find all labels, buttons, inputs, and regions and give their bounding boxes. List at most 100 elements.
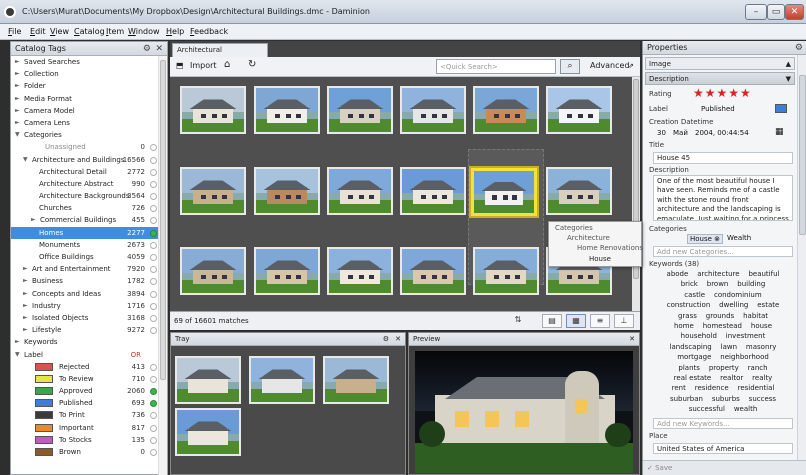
image-thumbnail[interactable] [254,86,320,134]
import-button[interactable]: Import [190,61,217,70]
home-icon[interactable]: ⌂ [224,59,230,70]
gear-icon[interactable]: ⚙ [143,43,151,56]
title-field[interactable]: House 45 [653,152,793,164]
filter-toggle-icon[interactable] [150,302,157,310]
image-thumbnail[interactable] [400,167,466,215]
search-button[interactable]: ⌕ [560,59,580,74]
filter-toggle-icon[interactable] [150,424,157,432]
keyword-line[interactable]: real estate realtor realty [655,374,791,382]
filter-toggle-icon[interactable] [150,388,157,396]
add-keywords-input[interactable]: Add new Keywords... [653,418,793,429]
tree-row[interactable]: ► Art and Entertainment 7920 [11,263,159,275]
tray-thumbnail[interactable] [175,408,241,456]
keyword-line[interactable]: successful wealth [655,405,791,413]
gear-icon[interactable]: ⚙ [383,333,389,345]
filter-toggle-icon[interactable] [150,436,157,444]
keyword-line[interactable]: castle condominium [655,291,791,299]
category-chip-wealth[interactable]: Wealth [727,234,751,242]
collapse-arrow-icon[interactable]: ► [15,336,20,348]
keyword-line[interactable]: mortgage neighborhood [655,353,791,361]
sort-icon[interactable]: ⇅ [508,314,528,328]
collapse-arrow-icon[interactable]: ► [23,324,28,336]
tree-row[interactable]: Churches 726 [11,202,159,214]
export-icon[interactable]: ⇗ [628,62,634,70]
tray-thumbnail[interactable] [323,356,389,404]
save-button[interactable]: Save [655,464,672,472]
filter-toggle-icon[interactable] [150,327,157,335]
view-filmstrip-button[interactable]: ⊥ [614,314,634,328]
tray-thumbnail[interactable] [249,356,315,404]
filter-toggle-icon[interactable] [150,278,157,286]
close-button[interactable]: ✕ [785,4,804,20]
tree-row[interactable]: Office Buildings 4059 [11,251,159,263]
tree-row[interactable]: ► Folder [11,80,159,92]
collapse-arrow-icon[interactable]: ► [15,105,20,117]
tree-row[interactable]: ▼ Categories [11,129,159,141]
tree-scrollbar[interactable] [158,56,167,475]
view-details-button[interactable]: ▤ [542,314,562,328]
keyword-line[interactable]: household investment [655,332,791,340]
keyword-line[interactable]: abode architecture beautiful [655,270,791,278]
menu-file[interactable]: File [8,27,21,36]
menu-item[interactable]: Item [106,27,124,36]
collapse-arrow-icon[interactable]: ► [23,263,28,275]
description-section[interactable]: Description ▼ [645,72,795,85]
collapse-arrow-icon[interactable]: ► [15,68,20,80]
filter-toggle-icon[interactable] [150,449,157,456]
tree-row[interactable]: To Stocks 135 [11,434,159,446]
image-thumbnail[interactable] [327,167,393,215]
collapse-arrow-icon[interactable]: ► [23,312,28,324]
label-value[interactable]: Published [701,105,735,113]
add-categories-input[interactable]: Add new Categories... [653,246,793,257]
created-day[interactable]: 30 [657,129,666,137]
menu-view[interactable]: View [50,27,69,36]
tree-row[interactable]: ► Lifestyle 9272 [11,324,159,336]
collapse-arrow-icon[interactable]: ► [31,214,36,226]
filter-toggle-icon[interactable] [150,180,157,188]
tree-row[interactable]: ► Saved Searches [11,56,159,68]
tree-row[interactable]: Published 693 [11,397,159,409]
view-thumbnails-button[interactable]: ▦ [566,314,586,328]
tree-row[interactable]: ► Commercial Buildings 455 [11,214,159,226]
expand-arrow-icon[interactable]: ▼ [15,129,20,141]
filter-toggle-icon[interactable] [150,217,157,225]
tree-row[interactable]: Unassigned 0 [11,141,159,153]
tree-row[interactable]: ► Concepts and Ideas 3894 [11,288,159,300]
collapse-arrow-icon[interactable]: ► [15,117,20,129]
filter-toggle-icon[interactable] [150,412,157,420]
tree-row[interactable]: ► Business 1782 [11,275,159,287]
keyword-line[interactable]: grass grounds habitat [655,312,791,320]
image-thumbnail[interactable] [180,247,246,295]
maximize-button[interactable]: ▭ [767,4,785,20]
advanced-button[interactable]: Advanced [590,61,630,70]
image-thumbnail[interactable] [180,167,246,215]
collapse-arrow-icon[interactable]: ► [15,93,20,105]
filter-toggle-icon[interactable] [150,290,157,298]
image-thumbnail[interactable] [471,168,537,216]
menu-help[interactable]: Help [166,27,184,36]
expand-arrow-icon[interactable]: ▼ [15,349,20,361]
tree-row[interactable]: ► Camera Model [11,105,159,117]
tree-row[interactable]: ► Industry 1716 [11,300,159,312]
refresh-icon[interactable]: ↻ [248,59,256,70]
tree-row[interactable]: Monuments 2673 [11,239,159,251]
filter-toggle-icon[interactable] [150,314,157,322]
created-time[interactable]: 2004, 00:44:54 [695,129,749,137]
close-icon[interactable]: ✕ [395,333,401,345]
filter-toggle-icon[interactable] [150,205,157,213]
tree-row[interactable]: ► Collection [11,68,159,80]
menu-window[interactable]: Window [128,27,160,36]
filter-toggle-icon[interactable] [150,168,157,176]
gear-icon[interactable]: ⚙ [795,42,803,55]
tree-row[interactable]: Architecture Abstract 990 [11,178,159,190]
filter-toggle-icon[interactable] [150,229,157,237]
properties-scroll-thumb[interactable] [799,75,806,235]
category-chip-house[interactable]: House ⊗ [687,234,724,244]
keyword-line[interactable]: rent residence residential [655,384,791,392]
tree-row[interactable]: Homes 2277 [11,226,159,239]
filter-toggle-icon[interactable] [150,266,157,274]
collapse-arrow-icon[interactable]: ► [23,275,28,287]
tree-row[interactable]: To Review 710 [11,373,159,385]
tree-row[interactable]: Brown 0 [11,446,159,458]
collapse-arrow-icon[interactable]: ► [23,300,28,312]
